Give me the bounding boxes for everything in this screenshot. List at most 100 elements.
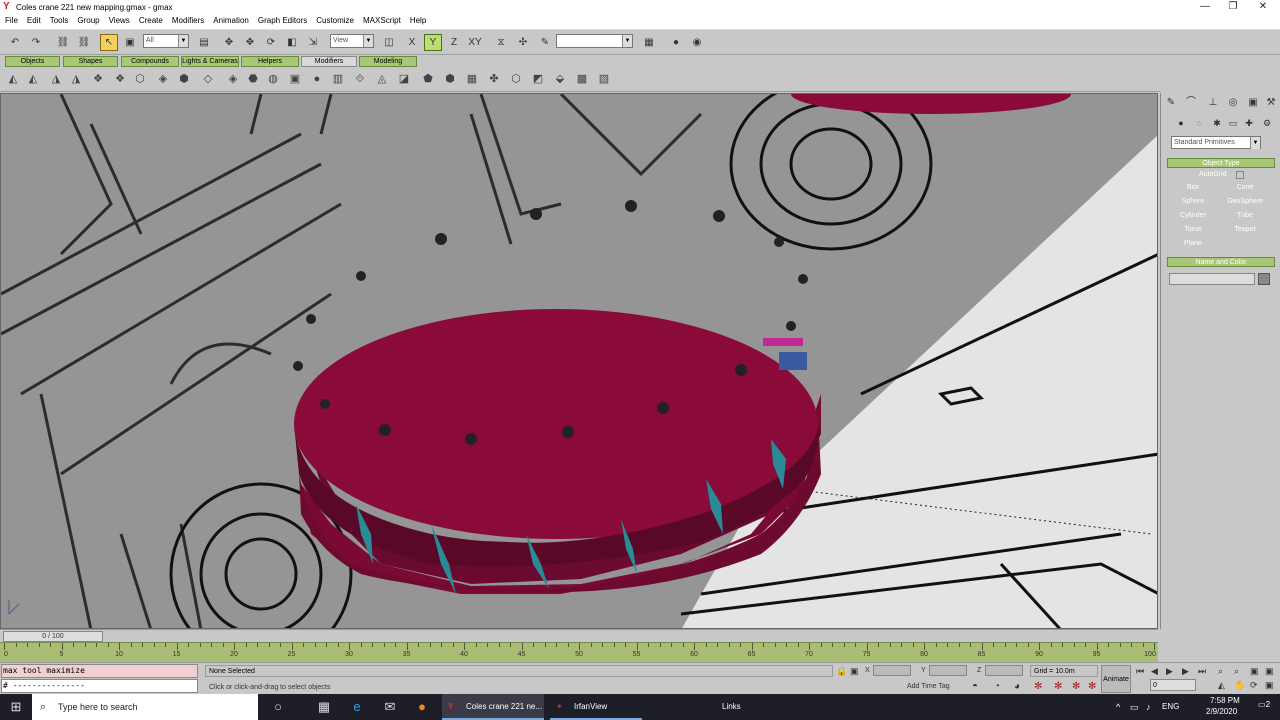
modifier-icon-7[interactable]: ⬡ xyxy=(132,71,148,87)
name-color-rollout[interactable]: Name and Color xyxy=(1167,257,1275,267)
cylinder-button[interactable]: Cylinder xyxy=(1169,210,1217,222)
taskbar-app-irfanview[interactable]: ✶ IrfanView xyxy=(550,694,642,720)
modifier-icon-17[interactable]: ⟐ xyxy=(352,71,368,87)
links-toolbar[interactable]: Links xyxy=(722,694,741,720)
modifier-icon-26[interactable]: ⬙ xyxy=(552,71,568,87)
minimize-button[interactable]: — xyxy=(1190,0,1220,14)
modifier-icon-18[interactable]: ◬ xyxy=(374,71,390,87)
material-editor-icon[interactable]: ▦ xyxy=(640,34,658,51)
modifier-icon-28[interactable]: ▨ xyxy=(596,71,612,87)
z-coord-field[interactable] xyxy=(985,665,1023,676)
render-teapot-icon[interactable]: ● xyxy=(667,34,685,51)
maximize-viewport-icon[interactable]: ▣ xyxy=(1265,680,1274,691)
tab-lights-cameras[interactable]: Lights & Cameras xyxy=(181,56,239,67)
firefox-icon[interactable]: ● xyxy=(410,697,434,717)
modifier-icon-21[interactable]: ⬢ xyxy=(442,71,458,87)
uniform-scale-icon[interactable]: ⇲ xyxy=(304,34,322,51)
modify-tab-icon[interactable]: ⌒ xyxy=(1183,95,1199,111)
motion-tab-icon[interactable]: ◎ xyxy=(1225,95,1241,111)
display-tab-icon[interactable]: ▣ xyxy=(1245,95,1261,111)
go-to-end-icon[interactable]: ⏭ xyxy=(1198,666,1206,677)
redo-icon[interactable]: ↷ xyxy=(27,34,45,51)
modifier-icon-24[interactable]: ⬡ xyxy=(508,71,524,87)
zoom-extents-icon[interactable]: ▣ xyxy=(1250,666,1259,677)
maxscript-input-line[interactable]: # --------------- xyxy=(1,679,198,693)
menu-edit[interactable]: Edit xyxy=(22,14,45,29)
select-move-icon[interactable]: ✥ xyxy=(220,34,238,51)
shapes-icon[interactable]: ◌ xyxy=(1191,115,1207,131)
menu-graph-editors[interactable]: Graph Editors xyxy=(253,14,311,29)
modifier-icon-13[interactable]: ◍ xyxy=(265,71,281,87)
angle-snap-icon[interactable]: ◔ xyxy=(994,681,1000,692)
restrict-z-icon[interactable]: Z xyxy=(445,34,463,51)
spacewarps-icon[interactable]: ⚙ xyxy=(1259,115,1275,131)
cone-button[interactable]: Cone xyxy=(1221,182,1269,194)
select-by-name-icon[interactable]: ▤ xyxy=(195,34,213,51)
volume-icon[interactable]: ♪ xyxy=(1146,694,1151,720)
plane-button[interactable]: Plane xyxy=(1169,238,1217,250)
menu-animation[interactable]: Animation xyxy=(208,14,253,29)
absolute-mode-icon[interactable]: ▣ xyxy=(850,666,859,677)
show-hidden-icons[interactable]: ^ xyxy=(1116,694,1120,720)
modifier-icon-19[interactable]: ◪ xyxy=(396,71,412,87)
lights-icon[interactable]: ✱ xyxy=(1209,115,1225,131)
store-icon[interactable]: ▦ xyxy=(312,697,336,717)
named-selection-dropdown[interactable]: ▼ xyxy=(556,34,633,48)
percent-snap-icon[interactable]: ◕ xyxy=(1014,681,1020,692)
notification-center[interactable]: ▭2 xyxy=(1258,700,1270,709)
start-icon[interactable]: ⊞ xyxy=(4,697,28,717)
set-key-icon[interactable]: ✻ xyxy=(1072,681,1080,692)
modifier-icon-12[interactable]: ⬣ xyxy=(245,71,261,87)
modifier-icon-20[interactable]: ⬟ xyxy=(420,71,436,87)
restrict-x-icon[interactable]: X xyxy=(403,34,421,51)
helpers-icon[interactable]: ✚ xyxy=(1241,115,1257,131)
perspective-viewport[interactable] xyxy=(0,93,1158,629)
object-type-rollout[interactable]: Object Type xyxy=(1167,158,1275,168)
tube-button[interactable]: Tube xyxy=(1221,210,1269,222)
selection-filter-dropdown[interactable]: All ▼ xyxy=(143,34,189,48)
select-scale-icon[interactable]: ◧ xyxy=(283,34,301,51)
task-view-icon[interactable]: ○ xyxy=(266,697,290,717)
modifier-icon-3[interactable]: ◮ xyxy=(48,71,64,87)
undo-icon[interactable]: ↶ xyxy=(6,34,24,51)
modifier-icon-5[interactable]: ❖ xyxy=(90,71,106,87)
zoom-extents-all-icon[interactable]: ▣ xyxy=(1265,666,1274,677)
tab-objects[interactable]: Objects xyxy=(5,56,60,67)
menu-customize[interactable]: Customize xyxy=(311,14,358,29)
maximize-button[interactable]: ❐ xyxy=(1218,0,1248,14)
select-move2-icon[interactable]: ✥ xyxy=(241,34,259,51)
mirror-icon[interactable]: ⧖ xyxy=(492,34,510,51)
select-object-icon[interactable]: ↖ xyxy=(100,34,118,51)
modifier-icon-2[interactable]: ◭ xyxy=(25,71,41,87)
region-select-icon[interactable]: ▣ xyxy=(121,34,139,51)
modifier-icon-27[interactable]: ▩ xyxy=(574,71,590,87)
default-key-icon[interactable]: ✻ xyxy=(1088,681,1096,692)
sphere-button[interactable]: Sphere xyxy=(1169,196,1217,208)
clock-date[interactable]: 2/9/2020 xyxy=(1206,707,1237,716)
modifier-icon-9[interactable]: ⬢ xyxy=(176,71,192,87)
modifier-icon-8[interactable]: ◈ xyxy=(155,71,171,87)
modifier-icon-22[interactable]: ▦ xyxy=(464,71,480,87)
create-tab-icon[interactable]: ✎ xyxy=(1163,95,1179,111)
field-of-view-icon[interactable]: ◭ xyxy=(1218,680,1225,691)
modifier-icon-6[interactable]: ❖ xyxy=(112,71,128,87)
modifier-icon-16[interactable]: ▥ xyxy=(330,71,346,87)
taskbar-app-gmax[interactable]: Y Coles crane 221 ne... xyxy=(442,694,544,720)
utilities-tab-icon[interactable]: ⚒ xyxy=(1263,95,1279,111)
zoom-icon[interactable]: ⌕ xyxy=(1218,666,1223,677)
lock-icon[interactable]: 🔒 xyxy=(836,666,847,677)
tab-shapes[interactable]: Shapes xyxy=(63,56,118,67)
network-icon[interactable]: ▭ xyxy=(1130,694,1139,720)
snap-3d-icon[interactable]: ◓ xyxy=(972,681,978,692)
language-indicator[interactable]: ENG xyxy=(1162,694,1179,720)
modifier-icon-23[interactable]: ✤ xyxy=(486,71,502,87)
unlink-icon[interactable]: ⛓ xyxy=(75,34,93,51)
torus-button[interactable]: Torus xyxy=(1169,224,1217,236)
tab-compounds[interactable]: Compounds xyxy=(121,56,179,67)
prev-frame-icon[interactable]: ◀ xyxy=(1151,666,1158,677)
mail-icon[interactable]: ✉ xyxy=(378,697,402,717)
menu-group[interactable]: Group xyxy=(72,14,103,29)
object-color-swatch[interactable] xyxy=(1258,273,1270,285)
animate-button[interactable]: Animate xyxy=(1101,665,1131,693)
current-frame-field[interactable]: 0 xyxy=(1150,679,1196,691)
